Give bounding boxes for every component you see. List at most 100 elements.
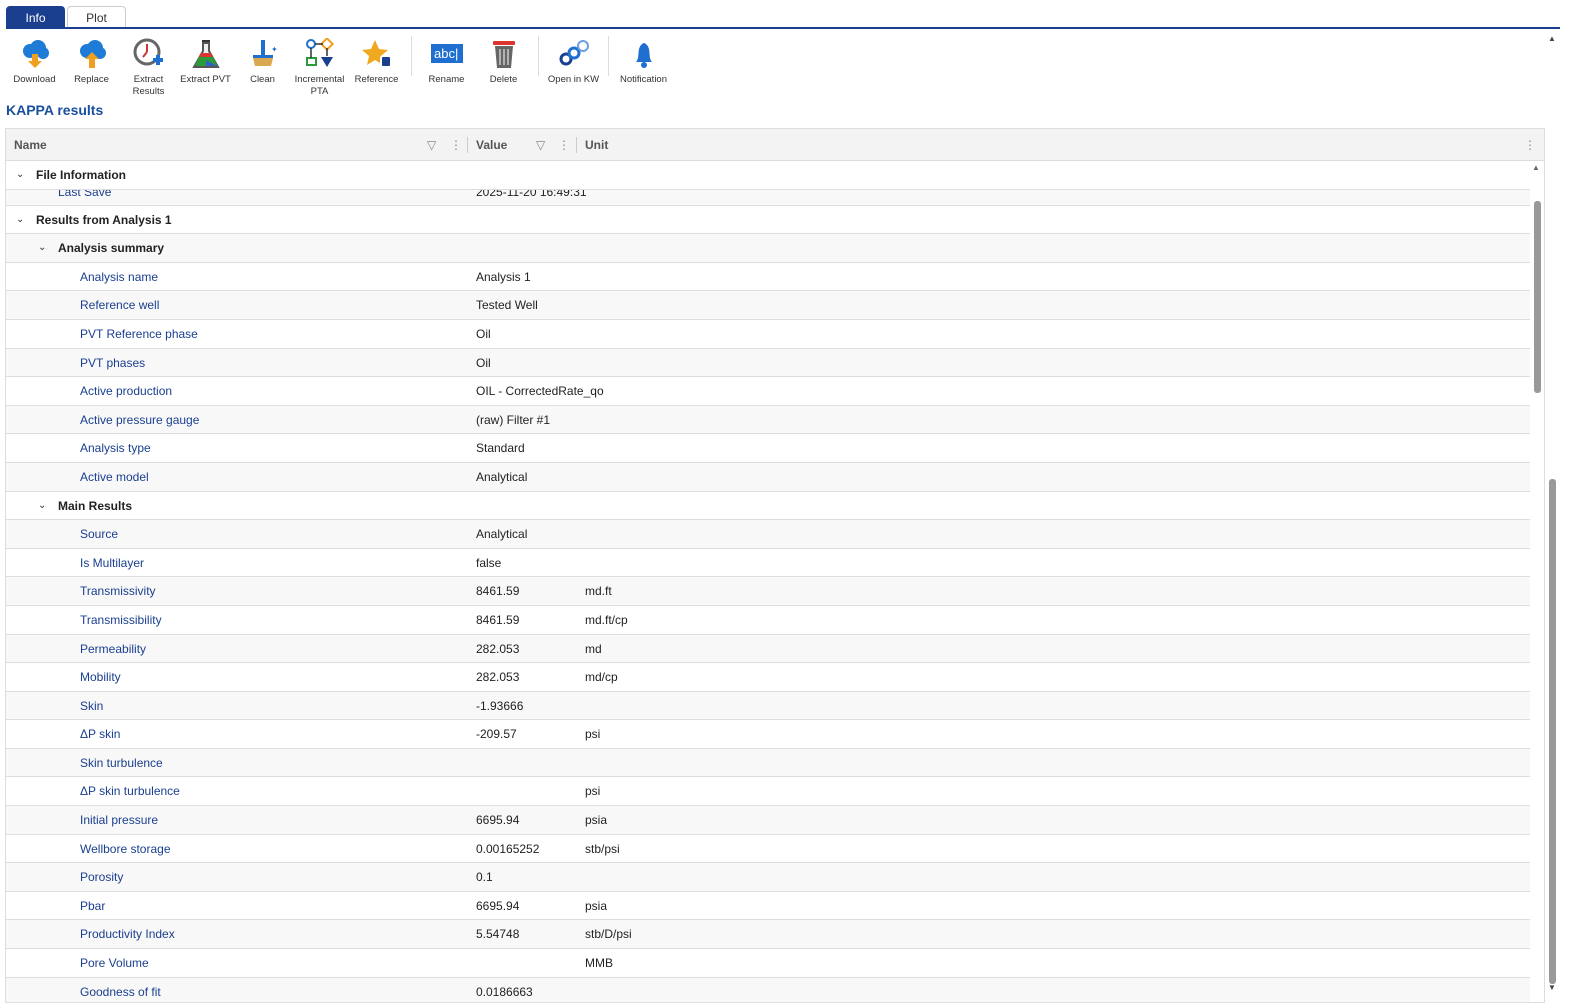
tab-plot[interactable]: Plot [67, 6, 126, 28]
property-name: ΔP skin turbulence [80, 784, 180, 799]
table-row[interactable]: Pore Volume MMB [6, 949, 1530, 978]
table-row[interactable]: Porosity 0.1 [6, 863, 1530, 892]
toolbar-label: Download [13, 74, 56, 85]
group-row[interactable]: ⌄ Analysis summary [6, 234, 1530, 263]
filter-icon[interactable]: ▽ [427, 129, 436, 161]
table-row[interactable]: Transmissivity 8461.59 md.ft [6, 577, 1530, 606]
table-row[interactable]: Goodness of fit 0.0186663 [6, 977, 1530, 1002]
scroll-up-icon[interactable]: ▲ [1546, 34, 1558, 43]
group-label: Results from Analysis 1 [36, 212, 172, 227]
property-value: 8461.59 [476, 584, 520, 599]
group-row[interactable]: ⌄ Main Results [6, 492, 1530, 521]
property-value: Analytical [476, 469, 528, 484]
filter-icon[interactable]: ▽ [536, 129, 545, 161]
property-name: PVT phases [80, 355, 146, 370]
cloud-download-icon [6, 34, 63, 74]
svg-text:✦: ✦ [271, 45, 278, 54]
table-row[interactable]: Is Multilayer false [6, 549, 1530, 578]
group-label: Analysis summary [58, 241, 165, 256]
tab-info[interactable]: Info [6, 6, 65, 28]
group-row[interactable]: ⌄ Results from Analysis 1 [6, 206, 1530, 235]
rename-button[interactable]: abc| Rename [418, 34, 475, 98]
column-menu-icon[interactable]: ⋮ [558, 129, 570, 161]
table-row[interactable]: Source Analytical [6, 520, 1530, 549]
column-resize-handle[interactable] [467, 137, 468, 153]
page-scrollbar[interactable]: ▲ ▼ [1546, 34, 1558, 992]
extract-pvt-button[interactable]: Extract PVT [177, 34, 234, 98]
column-header-unit[interactable]: Unit [585, 129, 608, 161]
table-row[interactable]: ΔP skin -209.57 psi [6, 720, 1530, 749]
property-value: Oil [476, 326, 491, 341]
open-in-kw-button[interactable]: Open in KW [545, 34, 602, 98]
property-value: 0.00165252 [476, 841, 540, 856]
chevron-down-icon[interactable]: ⌄ [38, 492, 46, 520]
table-row[interactable]: Analysis name Analysis 1 [6, 263, 1530, 292]
delete-button[interactable]: Delete [475, 34, 532, 98]
scroll-up-icon[interactable]: ▲ [1532, 163, 1540, 172]
replace-button[interactable]: Replace [63, 34, 120, 98]
chevron-down-icon[interactable]: ⌄ [38, 234, 46, 262]
chevron-down-icon[interactable]: ⌄ [16, 161, 24, 189]
property-unit: psi [585, 727, 601, 742]
toolbar-label: Open in KW [547, 74, 600, 85]
table-row[interactable]: Productivity Index 5.54748 stb/D/psi [6, 920, 1530, 950]
incremental-pta-button[interactable]: Incremental PTA [291, 34, 348, 98]
table-row[interactable]: Active model Analytical [6, 462, 1530, 492]
table-row[interactable]: Analysis type Standard [6, 434, 1530, 463]
table-row[interactable]: Wellbore storage 0.00165252 stb/psi [6, 835, 1530, 864]
property-name: Transmissivity [80, 584, 156, 599]
table-row[interactable]: Initial pressure 6695.94 psia [6, 806, 1530, 835]
hexagons-icon [545, 34, 602, 74]
property-value: 6695.94 [476, 813, 520, 828]
property-unit: md.ft/cp [585, 612, 628, 627]
group-row[interactable]: ⌄ File Information [6, 161, 1530, 190]
property-value: OIL - CorrectedRate_qo [476, 384, 604, 399]
column-header-name[interactable]: Name [14, 129, 47, 161]
page-scrollbar-thumb[interactable] [1549, 479, 1556, 984]
grid-scrollbar-thumb[interactable] [1534, 201, 1541, 393]
notification-button[interactable]: Notification [615, 34, 672, 98]
toolbar-label: Incremental PTA [294, 74, 345, 97]
column-resize-handle[interactable] [576, 137, 577, 153]
property-value: 5.54748 [476, 927, 520, 942]
property-value: 282.053 [476, 670, 520, 685]
reference-button[interactable]: Reference [348, 34, 405, 98]
scroll-down-icon[interactable]: ▼ [1546, 983, 1558, 992]
column-menu-icon[interactable]: ⋮ [1524, 129, 1536, 161]
clean-button[interactable]: ✦ Clean [234, 34, 291, 98]
table-row[interactable]: Active pressure gauge (raw) Filter #1 [6, 405, 1530, 435]
table-row[interactable]: Skin turbulence [6, 748, 1530, 778]
grid-scrollbar[interactable]: ▲ [1530, 161, 1544, 1002]
tab-underline [6, 27, 1560, 29]
broom-icon: ✦ [234, 34, 291, 74]
table-row[interactable]: Pbar 6695.94 psia [6, 892, 1530, 921]
toolbar: Download Replace Extract Results Extract PV… [6, 34, 672, 98]
table-row[interactable]: PVT Reference phase Oil [6, 320, 1530, 349]
section-title: KAPPA results [6, 102, 104, 118]
column-menu-icon[interactable]: ⋮ [450, 129, 462, 161]
grid-rows: ⌄ File Information Last Save 2025-11-20 16:… [6, 161, 1530, 1002]
results-grid: Name ▽ ⋮ Value ▽ ⋮ Unit ⋮ ⌄ File Informat… [5, 128, 1545, 1003]
chevron-down-icon[interactable]: ⌄ [16, 206, 24, 234]
property-value: Oil [476, 355, 491, 370]
property-name: Porosity [80, 870, 124, 885]
table-row[interactable]: Skin -1.93666 [6, 691, 1530, 721]
table-row[interactable]: Transmissibility 8461.59 md.ft/cp [6, 606, 1530, 635]
column-header-value[interactable]: Value [476, 129, 507, 161]
table-row[interactable]: Mobility 282.053 md/cp [6, 663, 1530, 692]
table-row[interactable]: ΔP skin turbulence psi [6, 777, 1530, 807]
property-value: 0.1 [476, 870, 493, 885]
property-name: Reference well [80, 298, 160, 313]
download-button[interactable]: Download [6, 34, 63, 98]
table-row[interactable]: Permeability 282.053 md [6, 634, 1530, 664]
table-row[interactable]: Reference well Tested Well [6, 291, 1530, 320]
property-name: Skin [80, 698, 104, 713]
property-unit: stb/psi [585, 841, 620, 856]
table-row[interactable]: Active production OIL - CorrectedRate_qo [6, 377, 1530, 406]
svg-text:abc|: abc| [434, 46, 458, 61]
table-row[interactable]: Last Save 2025-11-20 16:49:31 [6, 189, 1530, 206]
property-value: 282.053 [476, 641, 520, 656]
toolbar-label: Delete [489, 74, 518, 85]
table-row[interactable]: PVT phases Oil [6, 348, 1530, 378]
extract-results-button[interactable]: Extract Results [120, 34, 177, 98]
